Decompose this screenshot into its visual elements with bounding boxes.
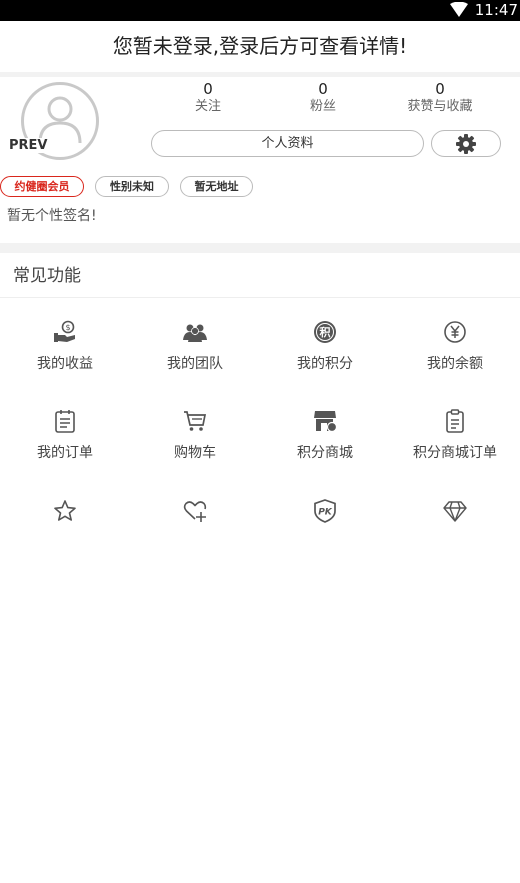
item-label: 我的订单	[37, 445, 93, 461]
pk-shield-icon: PK	[314, 499, 336, 523]
earnings-icon: $	[54, 320, 75, 342]
status-time: 11:47	[474, 1, 518, 19]
points-icon: 积	[314, 321, 336, 343]
divider	[0, 72, 520, 77]
gender-tag[interactable]: 性别未知	[95, 176, 169, 197]
member-tag[interactable]: 约健圈会员	[0, 176, 84, 197]
gear-icon	[456, 134, 476, 154]
section-title: 常见功能	[13, 266, 81, 286]
diamond-icon	[443, 501, 467, 522]
heart-plus-icon	[183, 501, 207, 522]
avatar-label: PREV	[7, 138, 50, 153]
clipboard-icon	[446, 409, 464, 433]
item-label: 我的收益	[37, 356, 93, 372]
stat-fans-count: 0	[318, 80, 328, 98]
store-icon	[314, 411, 337, 433]
login-prompt[interactable]: 您暂未登录,登录后方可查看详情!	[0, 21, 520, 72]
yuan-icon	[444, 321, 466, 343]
divider	[0, 297, 520, 298]
stat-fans-label: 粉丝	[309, 99, 336, 114]
profile-button[interactable]: 个人资料	[151, 130, 424, 157]
stat-likes-label: 获赞与收藏	[407, 99, 473, 114]
status-bar: 11:47	[0, 0, 520, 21]
item-label: 我的余额	[427, 356, 483, 372]
stat-fans[interactable]: 0 粉丝	[268, 80, 378, 116]
stat-likes-count: 0	[435, 80, 445, 98]
svg-text:$: $	[65, 323, 70, 332]
stat-likes[interactable]: 0 获赞与收藏	[385, 80, 495, 116]
settings-button[interactable]	[431, 130, 501, 157]
svg-text:积: 积	[320, 325, 331, 339]
signature: 暂无个性签名!	[7, 208, 97, 224]
item-label: 我的团队	[167, 356, 223, 372]
stat-following-count: 0	[203, 80, 213, 98]
item-label: 购物车	[174, 445, 216, 461]
item-label: 我的积分	[297, 356, 353, 372]
wifi-icon	[450, 2, 468, 17]
address-tag[interactable]: 暂无地址	[180, 176, 253, 197]
divider	[0, 243, 520, 253]
item-label: 积分商城	[297, 445, 353, 461]
stat-following[interactable]: 0 关注	[153, 80, 263, 116]
stat-following-label: 关注	[194, 99, 221, 114]
team-icon	[183, 324, 207, 342]
order-list-icon	[55, 410, 75, 433]
star-icon	[54, 500, 76, 521]
cart-icon	[184, 411, 207, 431]
svg-text:PK: PK	[318, 508, 333, 518]
item-label: 积分商城订单	[413, 445, 497, 461]
